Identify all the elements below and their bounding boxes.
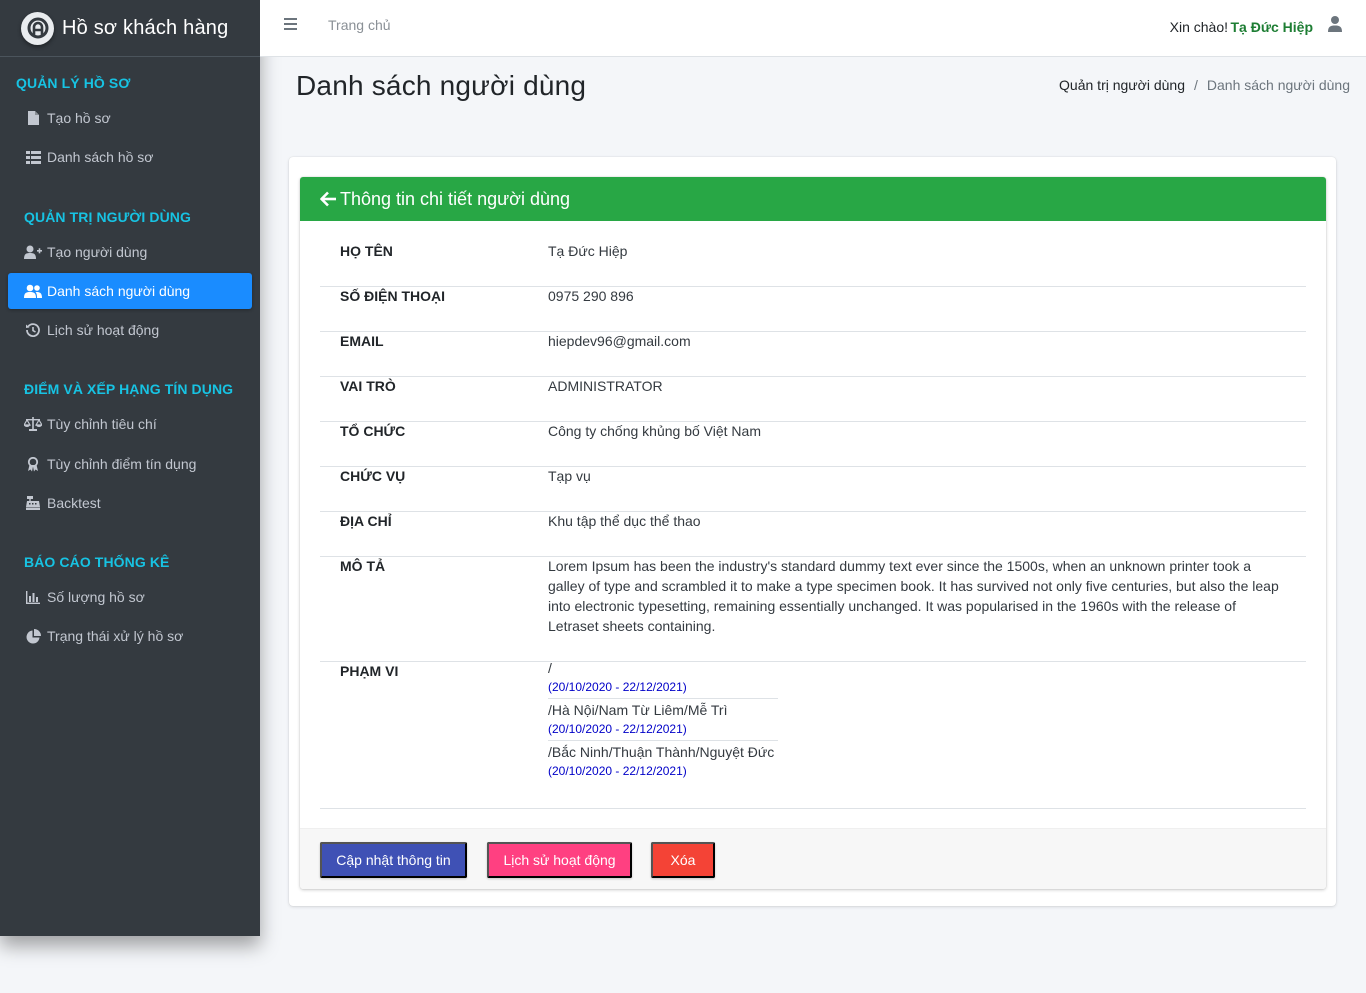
top-navbar: Trang chủ Xin chào! Tạ Đức Hiệp xyxy=(260,0,1366,57)
scope-item: / (20/10/2020 - 22/12/2021) xyxy=(548,658,778,699)
list-icon xyxy=(24,149,42,165)
card-title: Thông tin chi tiết người dùng xyxy=(340,188,570,209)
cash-register-icon xyxy=(24,495,42,511)
nav-header-reports: BÁO CÁO THỐNG KÊ xyxy=(24,554,170,570)
greeting-text: Xin chào! xyxy=(1169,19,1228,35)
field-row-address: ĐỊA CHỈ Khu tập thể dục thể thao xyxy=(320,513,1306,557)
delete-button[interactable]: Xóa xyxy=(651,842,715,878)
sidebar-item-label: Tạo hồ sơ xyxy=(47,110,111,126)
card-header[interactable]: Thông tin chi tiết người dùng xyxy=(300,177,1326,221)
field-label: MÔ TẢ xyxy=(340,558,386,574)
arrow-left-icon[interactable] xyxy=(320,191,336,207)
pie-chart-icon xyxy=(24,628,42,644)
update-info-button[interactable]: Cập nhật thông tin xyxy=(320,842,467,878)
scope-path: /Bắc Ninh/Thuận Thành/Nguyệt Đức xyxy=(548,744,775,760)
field-value-description: Lorem Ipsum has been the industry's stan… xyxy=(548,558,1279,634)
field-row-phone: SỐ ĐIỆN THOẠI 0975 290 896 xyxy=(320,288,1306,332)
sidebar-item-credit-score-config[interactable]: Tùy chỉnh điểm tín dụng xyxy=(8,446,252,482)
field-value: Tạp vụ xyxy=(548,468,591,484)
user-icon[interactable] xyxy=(1328,16,1344,34)
field-label: EMAIL xyxy=(340,333,384,349)
sidebar-item-label: Danh sách người dùng xyxy=(47,283,191,299)
field-value: ADMINISTRATOR xyxy=(548,378,663,394)
field-row-scope: PHẠM VI / (20/10/2020 - 22/12/2021) /Hà … xyxy=(320,660,1306,809)
field-value: Công ty chống khủng bố Việt Nam xyxy=(548,423,761,439)
field-label: VAI TRÒ xyxy=(340,378,396,394)
sidebar-item-label: Tùy chỉnh tiêu chí xyxy=(47,416,157,432)
scope-item: /Bắc Ninh/Thuận Thành/Nguyệt Đức (20/10/… xyxy=(548,742,778,782)
scope-item: /Hà Nội/Nam Từ Liêm/Mễ Trì (20/10/2020 -… xyxy=(548,700,778,741)
history-icon xyxy=(24,322,42,338)
sidebar-item-label: Tạo người dùng xyxy=(47,244,148,260)
sidebar-item-label: Tùy chỉnh điểm tín dụng xyxy=(47,456,197,472)
sidebar-item-label: Trạng thái xử lý hồ sơ xyxy=(47,628,184,644)
field-label: TỔ CHỨC xyxy=(340,423,406,439)
brand-logo-icon xyxy=(21,11,54,45)
balance-scale-icon xyxy=(24,416,42,432)
sidebar-item-profile-list[interactable]: Danh sách hồ sơ xyxy=(8,139,252,175)
card-footer: Cập nhật thông tin Lịch sử hoạt động Xóa xyxy=(300,828,1326,889)
field-value: 0975 290 896 xyxy=(548,288,634,304)
nav-header-profile-management: QUẢN LÝ HỒ SƠ xyxy=(16,75,131,91)
user-detail-card: Thông tin chi tiết người dùng HỌ TÊN Tạ … xyxy=(300,177,1326,889)
sidebar-item-label: Lịch sử hoạt động xyxy=(47,322,160,338)
sidebar-item-profile-status[interactable]: Trạng thái xử lý hồ sơ xyxy=(8,618,252,654)
scope-list: / (20/10/2020 - 22/12/2021) /Hà Nội/Nam … xyxy=(548,658,778,783)
file-icon xyxy=(24,110,42,126)
sidebar-item-backtest[interactable]: Backtest xyxy=(8,485,252,521)
scope-date: (20/10/2020 - 22/12/2021) xyxy=(548,680,687,694)
field-label: CHỨC VỤ xyxy=(340,468,406,484)
nav-header-credit-scoring: ĐIỂM VÀ XẾP HẠNG TÍN DỤNG xyxy=(24,381,234,397)
sidebar-item-user-list[interactable]: Danh sách người dùng xyxy=(8,273,252,309)
sidebar-item-label: Số lượng hồ sơ xyxy=(47,589,145,605)
home-link[interactable]: Trang chủ xyxy=(328,17,391,33)
menu-toggle-icon[interactable] xyxy=(284,18,298,32)
user-plus-icon xyxy=(24,244,42,260)
field-value: Khu tập thể dục thể thao xyxy=(548,513,701,529)
sidebar-item-label: Danh sách hồ sơ xyxy=(47,149,154,165)
current-user-name[interactable]: Tạ Đức Hiệp xyxy=(1231,19,1314,35)
field-value: hiepdev96@gmail.com xyxy=(548,333,691,349)
page-title: Danh sách người dùng xyxy=(296,70,587,101)
field-row-position: CHỨC VỤ Tạp vụ xyxy=(320,468,1306,512)
scope-path: / xyxy=(548,660,552,676)
field-label: PHẠM VI xyxy=(340,663,399,679)
field-label: SỐ ĐIỆN THOẠI xyxy=(340,288,446,304)
scope-path: /Hà Nội/Nam Từ Liêm/Mễ Trì xyxy=(548,702,728,718)
field-label: HỌ TÊN xyxy=(340,243,393,259)
field-row-full-name: HỌ TÊN Tạ Đức Hiệp xyxy=(320,243,1306,287)
scope-date: (20/10/2020 - 22/12/2021) xyxy=(548,764,687,778)
users-icon xyxy=(24,283,42,299)
sidebar-item-activity-history[interactable]: Lịch sử hoạt động xyxy=(8,312,252,348)
scope-date: (20/10/2020 - 22/12/2021) xyxy=(548,722,687,736)
award-icon xyxy=(24,456,42,472)
nav-header-user-admin: QUẢN TRỊ NGƯỜI DÙNG xyxy=(24,209,192,225)
brand-text: Hồ sơ khách hàng xyxy=(62,16,229,39)
breadcrumb-separator: / xyxy=(1194,77,1198,93)
field-row-email: EMAIL hiepdev96@gmail.com xyxy=(320,333,1306,377)
activity-history-button[interactable]: Lịch sử hoạt động xyxy=(487,842,632,878)
field-label: ĐỊA CHỈ xyxy=(340,513,392,529)
sidebar-item-create-profile[interactable]: Tạo hồ sơ xyxy=(8,100,252,136)
brand-link[interactable]: Hồ sơ khách hàng xyxy=(0,0,260,57)
field-row-description: MÔ TẢ Lorem Ipsum has been the industry'… xyxy=(320,558,1306,662)
field-row-role: VAI TRÒ ADMINISTRATOR xyxy=(320,378,1306,422)
sidebar-item-create-user[interactable]: Tạo người dùng xyxy=(8,234,252,270)
breadcrumb-item-current: Danh sách người dùng xyxy=(1206,77,1350,93)
sidebar-item-profile-count[interactable]: Số lượng hồ sơ xyxy=(8,579,252,615)
sidebar-item-label: Backtest xyxy=(47,495,101,511)
bar-chart-icon xyxy=(24,589,42,605)
breadcrumb-item-user-admin[interactable]: Quản trị người dùng xyxy=(1059,77,1185,93)
field-row-organization: TỔ CHỨC Công ty chống khủng bố Việt Nam xyxy=(320,423,1306,467)
field-value: Tạ Đức Hiệp xyxy=(548,243,628,259)
sidebar-item-criteria-config[interactable]: Tùy chỉnh tiêu chí xyxy=(8,406,252,442)
breadcrumb: Quản trị người dùng / Danh sách người dù… xyxy=(1059,77,1350,93)
sidebar: Hồ sơ khách hàng QUẢN LÝ HỒ SƠ Tạo hồ sơ… xyxy=(0,0,260,936)
